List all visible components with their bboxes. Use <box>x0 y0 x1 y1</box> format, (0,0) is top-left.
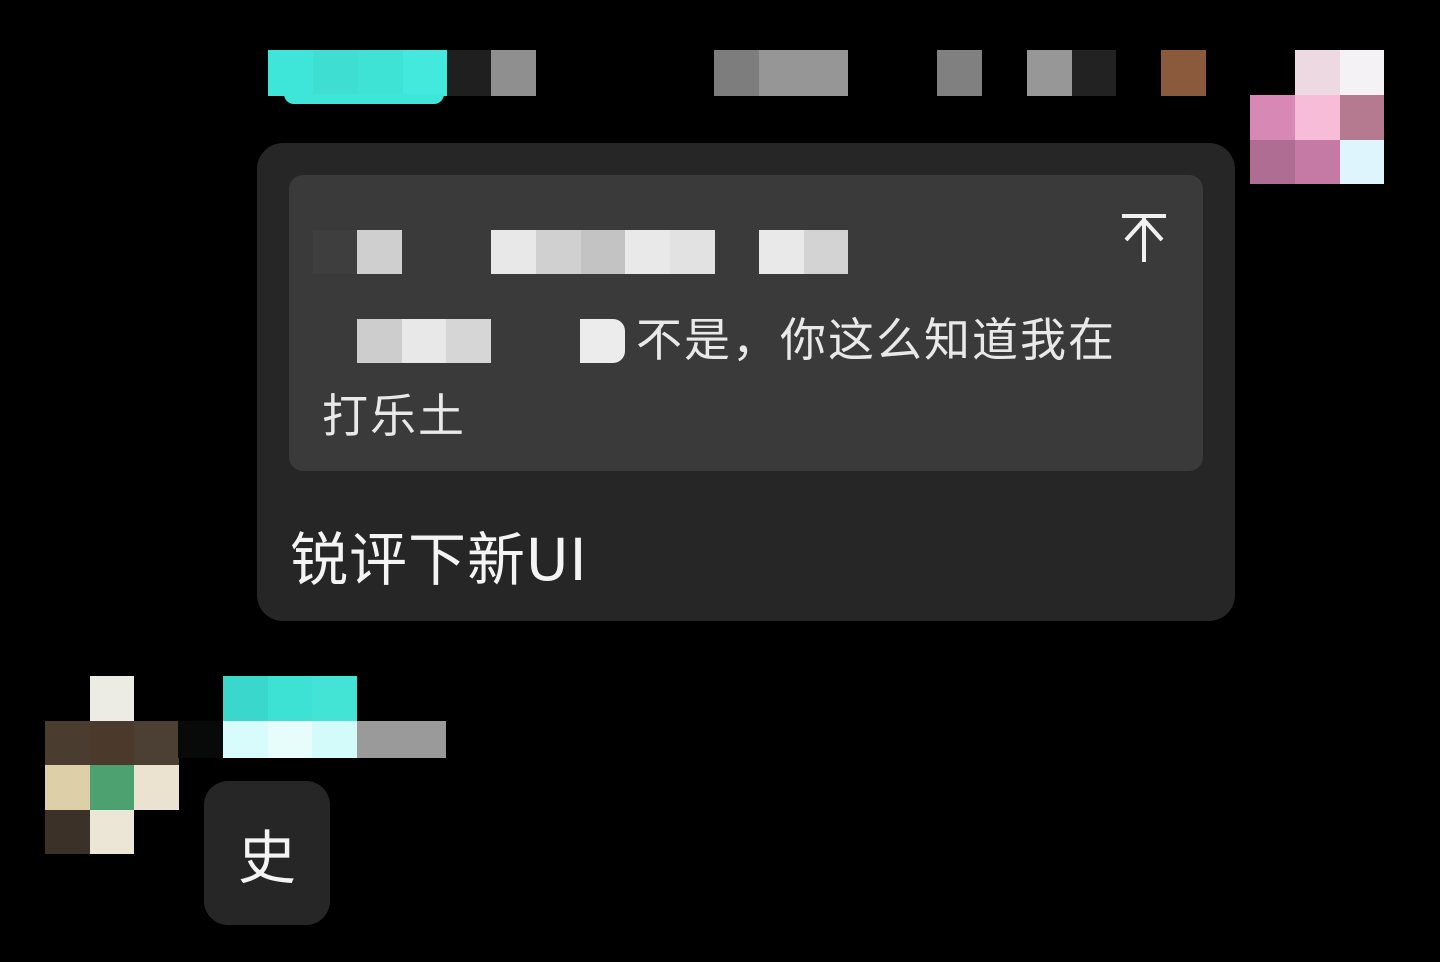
message-text-2: 史 <box>237 824 296 892</box>
sender-name-tag-redacted-left <box>178 676 448 758</box>
sender-name-tag-redacted <box>268 50 1206 104</box>
avatar-sender-right[interactable] <box>1250 50 1384 184</box>
quoted-text-line-1: 不是，你这么知道我在 <box>636 313 1116 367</box>
quoted-mention-redacted <box>357 319 627 363</box>
quoted-text-line-2: 打乐土 <box>322 389 466 443</box>
quoted-sender-name-redacted <box>313 230 853 274</box>
message-text: 锐评下新UI <box>290 526 588 594</box>
jump-to-top-icon[interactable] <box>1120 212 1168 264</box>
avatar-sender-left[interactable] <box>45 676 179 854</box>
